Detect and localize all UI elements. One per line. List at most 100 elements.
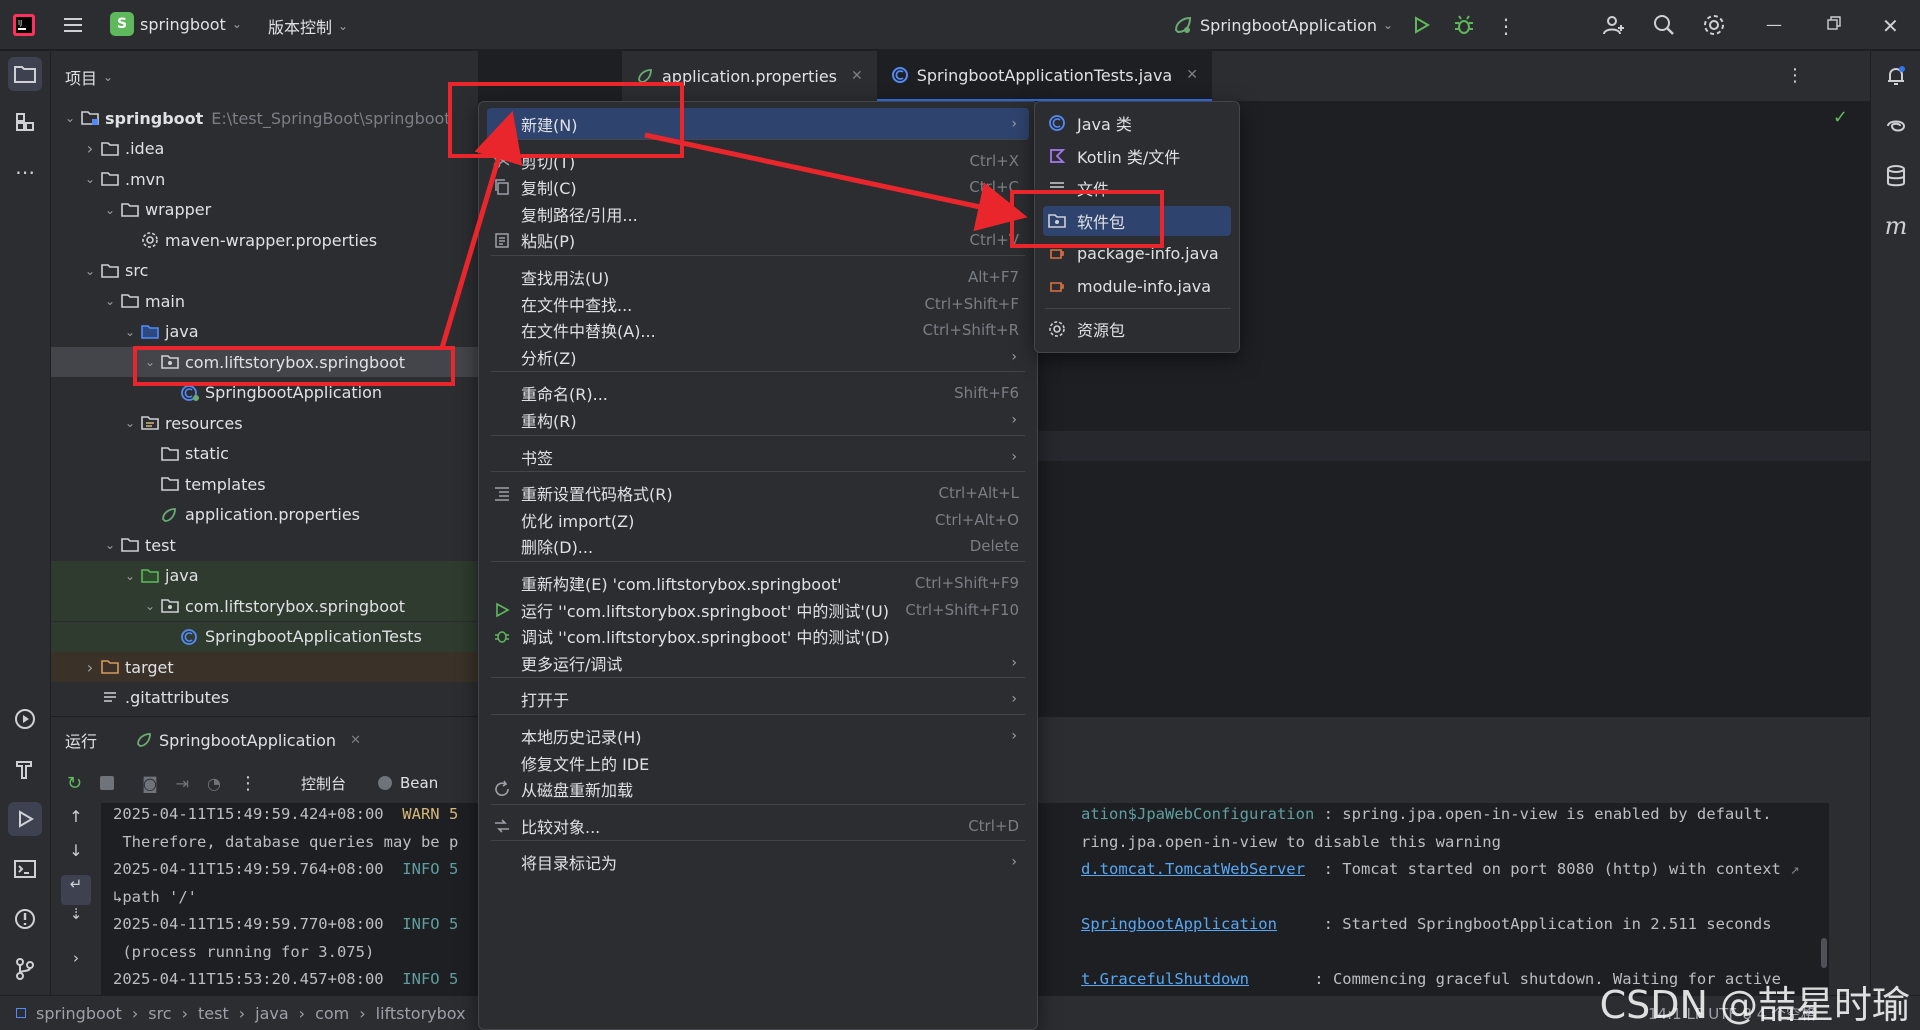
context-menu-item[interactable]: 比较对象... Ctrl+D (487, 810, 1029, 842)
tree-row[interactable]: ⌄ .mvn (51, 164, 478, 194)
chevron-down-icon[interactable]: ⌄ (101, 203, 119, 217)
console-tab[interactable]: 控制台 (301, 773, 346, 794)
tab-options-icon[interactable]: ⋮ (1786, 65, 1804, 86)
close-tab-icon[interactable]: ✕ (851, 68, 863, 84)
tree-row[interactable]: ⌄ main (51, 286, 478, 316)
problems-icon[interactable] (8, 902, 42, 936)
rerun-icon[interactable]: ↻ (67, 773, 82, 794)
run-config-selector[interactable]: SpringbootApplication ⌄ (1172, 14, 1393, 36)
tree-row[interactable]: ⌄ java (51, 560, 478, 591)
run-icon[interactable] (1410, 14, 1432, 36)
ai-assistant-icon[interactable] (1879, 109, 1913, 143)
main-menu-icon[interactable] (62, 14, 84, 36)
context-menu-item[interactable]: 分析(Z) › (487, 341, 1029, 373)
run-config-tab[interactable]: SpringbootApplication ✕ (135, 731, 361, 750)
camera-icon[interactable]: ◙ (142, 774, 158, 793)
project-panel-header[interactable]: 项目 ⌄ (51, 51, 478, 103)
chevron-down-icon[interactable]: ⌄ (61, 111, 79, 125)
expand-icon[interactable]: › (61, 949, 91, 983)
scroll-down-icon[interactable]: ↓ (61, 841, 91, 875)
scroll-up-icon[interactable]: ↑ (61, 807, 91, 841)
context-menu-item[interactable]: 重构(R) › (487, 404, 1029, 436)
tree-row[interactable]: .gitattributes (51, 683, 478, 713)
maven-icon[interactable]: m (1879, 209, 1913, 243)
context-menu-item[interactable]: 打开于 › (487, 683, 1029, 715)
restore-icon[interactable] (1826, 15, 1842, 31)
tree-row[interactable]: templates (51, 469, 478, 499)
context-menu-item[interactable]: 书签 › (487, 441, 1029, 473)
breadcrumb-item[interactable]: com (315, 1004, 349, 1023)
chevron-down-icon[interactable]: ⌄ (141, 599, 159, 613)
close-tab-icon[interactable]: ✕ (1186, 67, 1198, 83)
tree-row[interactable]: › target (51, 652, 478, 682)
tree-row[interactable]: SpringbootApplicationTests (51, 621, 478, 652)
context-menu-item[interactable]: 从磁盘重新加载 (487, 773, 1029, 805)
gauge-icon[interactable]: ◔ (207, 774, 221, 793)
more-tools-icon[interactable]: ⋯ (8, 155, 42, 189)
tree-row[interactable]: › .idea (51, 134, 478, 164)
tree-row[interactable]: ⌄ com.liftstorybox.springboot (51, 591, 478, 621)
intellij-logo-icon[interactable]: IJ (12, 13, 36, 37)
more-icon[interactable]: ⋮ (239, 773, 257, 794)
chevron-down-icon[interactable]: ⌄ (121, 569, 139, 583)
tree-row[interactable]: maven-wrapper.properties (51, 225, 478, 255)
context-menu-item[interactable]: 粘贴(P) Ctrl+V (487, 224, 1029, 256)
exit-icon[interactable]: ⇥ (176, 774, 189, 793)
console-scrollbar[interactable] (1819, 803, 1829, 996)
tree-row[interactable]: ⌄ java (51, 317, 478, 347)
context-menu-item[interactable]: 更多运行/调试 › (487, 647, 1029, 679)
tree-row[interactable]: ⌄ resources (51, 408, 478, 438)
breadcrumb-item[interactable]: test (198, 1004, 229, 1023)
tree-row[interactable]: ⌄ wrapper (51, 195, 478, 225)
tree-row[interactable]: ⌄ test (51, 530, 478, 560)
terminal-icon[interactable] (8, 852, 42, 886)
structure-icon[interactable] (8, 105, 42, 139)
close-tab-icon[interactable]: ✕ (350, 733, 361, 748)
chevron-down-icon[interactable]: ⌄ (121, 416, 139, 430)
git-icon[interactable] (8, 952, 42, 986)
chevron-down-icon[interactable]: ⌄ (121, 325, 139, 339)
breadcrumb-item[interactable]: java (255, 1004, 289, 1023)
tree-row[interactable]: ⌄ src (51, 256, 478, 286)
vcs-menu[interactable]: 版本控制 ⌄ (268, 14, 348, 38)
close-icon[interactable]: ✕ (1882, 14, 1899, 38)
notifications-bell-icon[interactable] (1879, 59, 1913, 93)
breadcrumb-item[interactable]: liftstorybox (376, 1004, 466, 1023)
minimize-icon[interactable]: — (1766, 15, 1782, 34)
editor-tab-springboot-application-tests[interactable]: SpringbootApplicationTests.java ✕ (876, 51, 1212, 101)
soft-wrap-icon[interactable]: ↵ (61, 875, 91, 905)
more-actions-icon[interactable]: ⋮ (1496, 14, 1516, 38)
services-icon[interactable] (8, 702, 42, 736)
breadcrumb-item[interactable]: src (148, 1004, 171, 1023)
project-tool-folder-icon[interactable] (8, 57, 42, 91)
build-hammer-icon[interactable] (8, 752, 42, 786)
scroll-to-end-icon[interactable]: ⇣ (61, 905, 91, 939)
add-user-icon[interactable] (1602, 13, 1626, 37)
log-logger-link[interactable]: d.tomcat.TomcatWebServer (1081, 860, 1305, 878)
log-logger-link[interactable]: t.GracefulShutdown (1081, 970, 1249, 988)
submenu-item[interactable]: Kotlin 类/文件 (1043, 141, 1231, 171)
chevron-down-icon[interactable]: ⌄ (101, 538, 119, 552)
chevron-down-icon[interactable]: ⌄ (81, 264, 99, 278)
submenu-item[interactable]: 资源包 (1043, 314, 1231, 344)
stop-icon[interactable] (100, 776, 115, 790)
database-icon[interactable] (1879, 159, 1913, 193)
submenu-item[interactable]: module-info.java (1043, 271, 1231, 301)
project-switcher[interactable]: S springboot ⌄ (110, 12, 242, 36)
chevron-down-icon[interactable]: ⌄ (81, 172, 99, 186)
chevron-right-icon[interactable]: › (81, 139, 99, 158)
breadcrumb-item[interactable]: springboot (36, 1004, 122, 1023)
chevron-right-icon[interactable]: › (81, 658, 99, 677)
search-icon[interactable] (1652, 13, 1676, 37)
tree-row[interactable]: ⌄ springboot E:\test_SpringBoot\springboot (51, 103, 478, 133)
tree-row[interactable]: application.properties (51, 500, 478, 530)
run-tool-icon[interactable] (8, 802, 42, 836)
tree-row[interactable]: static (51, 439, 478, 469)
context-menu-item[interactable]: 删除(D)... Delete (487, 530, 1029, 562)
debug-icon[interactable] (1452, 13, 1476, 37)
submenu-item[interactable]: Java 类 (1043, 108, 1231, 138)
bean-tab[interactable]: Bean (378, 774, 438, 792)
log-logger-link[interactable]: SpringbootApplication (1081, 915, 1277, 933)
chevron-down-icon[interactable]: ⌄ (101, 294, 119, 308)
gear-icon[interactable] (1702, 13, 1726, 37)
